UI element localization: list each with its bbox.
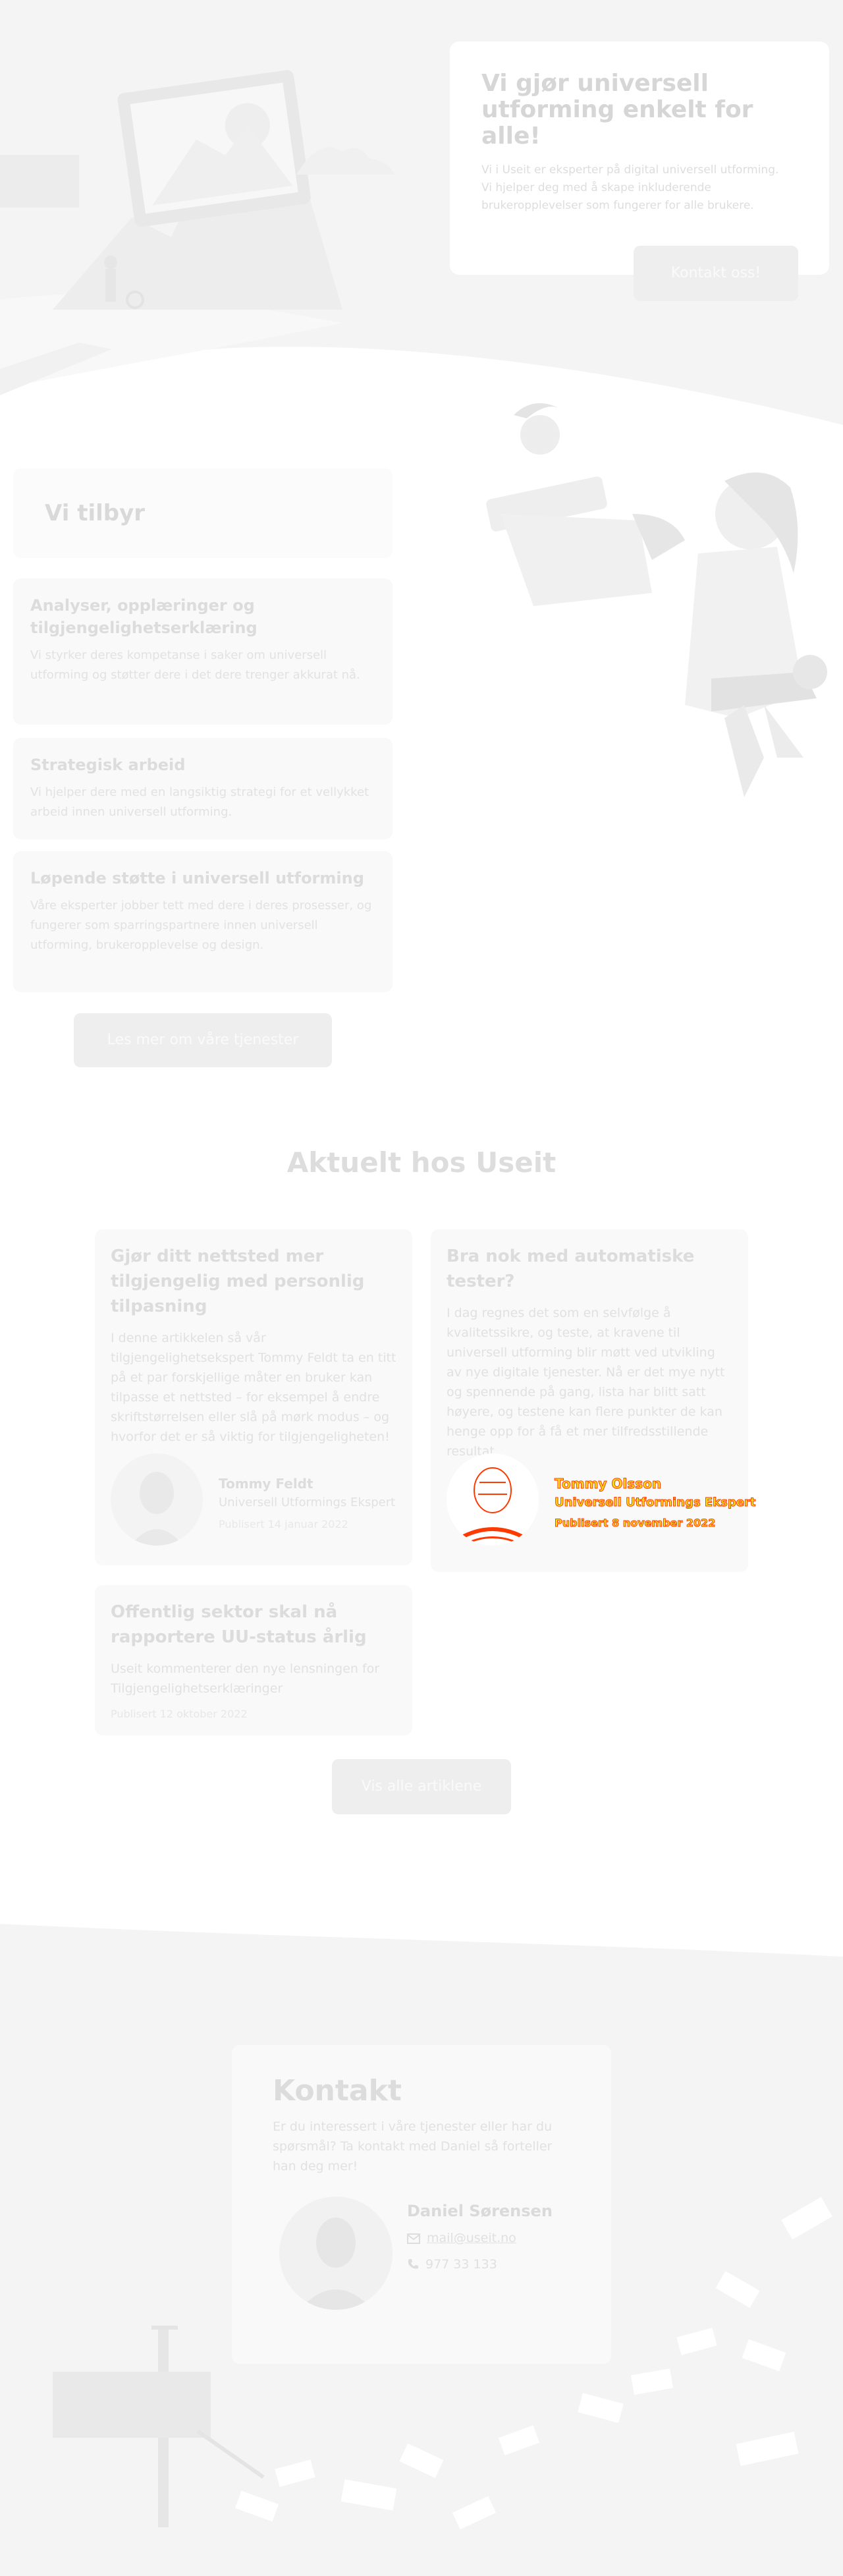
offer-card-strategy[interactable]: Strategisk arbeid Vi hjelper dere med en… [13, 738, 393, 839]
mail-icon [407, 2233, 420, 2244]
contact-card: Kontakt Er du interessert i våre tjenest… [232, 2045, 611, 2364]
hero-title: Vi gjør universell utforming enkelt for … [481, 70, 753, 150]
author-name: Tommy Feldt [219, 1476, 313, 1492]
contact-phone[interactable]: 977 33 133 [425, 2257, 497, 2272]
article-text: Useit kommenterer den nye lensningen for… [111, 1662, 380, 1696]
article-text: I denne artikkelen så vår tilgjengelighe… [111, 1331, 396, 1444]
author-role: Universell Utformings Ekspert [219, 1496, 396, 1509]
article-title: Offentlig sektor skal nå rapportere UU-s… [111, 1602, 367, 1647]
hero-text: Vi i Useit er eksperter på digital unive… [481, 163, 779, 212]
offer-card-text: Vi hjelper dere med en langsiktig strate… [30, 785, 369, 819]
karate-person-illustration [486, 403, 827, 797]
article-date: Publisert 8 november 2022 [554, 1517, 716, 1530]
contact-avatar [279, 2197, 393, 2310]
article-title: Gjør ditt nettsted mer tilgjengelig med … [111, 1246, 365, 1316]
contact-us-button[interactable]: Kontakt oss! [634, 246, 798, 301]
author-name: Tommy Olsson [554, 1476, 662, 1492]
news-section-title: Aktuelt hos Useit [286, 1146, 557, 1179]
offer-card-title: Analyser, opplæringer og tilgjengelighet… [30, 596, 258, 637]
offer-card-support[interactable]: Løpende støtte i universell utforming Vå… [13, 851, 393, 992]
contact-phone-row[interactable]: 977 33 133 [407, 2257, 497, 2272]
article-title: Bra nok med automatiske tester? [447, 1246, 695, 1291]
contact-email[interactable]: mail@useit.no [427, 2231, 516, 2245]
article-card[interactable]: Gjør ditt nettsted mer tilgjengelig med … [95, 1229, 412, 1565]
offer-title: Vi tilbyr [45, 500, 146, 526]
offer-card-title: Strategisk arbeid [30, 756, 186, 774]
show-all-articles-button[interactable]: Vis alle artiklene [332, 1759, 511, 1814]
hero-card: Vi gjør universell utforming enkelt for … [450, 42, 829, 275]
offer-card-text: Vi styrker deres kompetanse i saker om u… [30, 648, 360, 682]
offer-card-analysis[interactable]: Analyser, opplæringer og tilgjengelighet… [13, 578, 393, 725]
read-more-services-button[interactable]: Les mer om våre tjenester [74, 1013, 332, 1067]
author-avatar [447, 1453, 539, 1546]
article-date: Publisert 14 januar 2022 [219, 1518, 348, 1530]
offer-card-title: Løpende støtte i universell utforming [30, 869, 364, 887]
phone-icon [408, 2259, 418, 2269]
offer-title-box: Vi tilbyr [13, 468, 393, 558]
offer-card-text: Våre eksperter jobber tett med dere i de… [30, 899, 372, 952]
contact-email-row[interactable]: mail@useit.no [407, 2231, 516, 2245]
author-role: Universell Utformings Ekspert [554, 1496, 756, 1510]
author-row: Tommy Feldt Universell Utformings Eksper… [111, 1453, 400, 1552]
contact-text: Er du interessert i våre tjenester eller… [273, 2119, 553, 2173]
article-card[interactable]: Offentlig sektor skal nå rapportere UU-s… [95, 1585, 412, 1735]
contact-title: Kontakt [273, 2074, 402, 2108]
article-text: I dag regnes det som en selvfølge å kval… [447, 1306, 725, 1459]
article-card[interactable]: Bra nok med automatiske tester? I dag re… [431, 1229, 756, 1572]
author-row: Tommy Olsson Universell Utformings Ekspe… [447, 1453, 756, 1559]
article-date: Publisert 12 oktober 2022 [111, 1708, 248, 1720]
contact-name: Daniel Sørensen [407, 2202, 553, 2220]
author-avatar [111, 1453, 203, 1546]
